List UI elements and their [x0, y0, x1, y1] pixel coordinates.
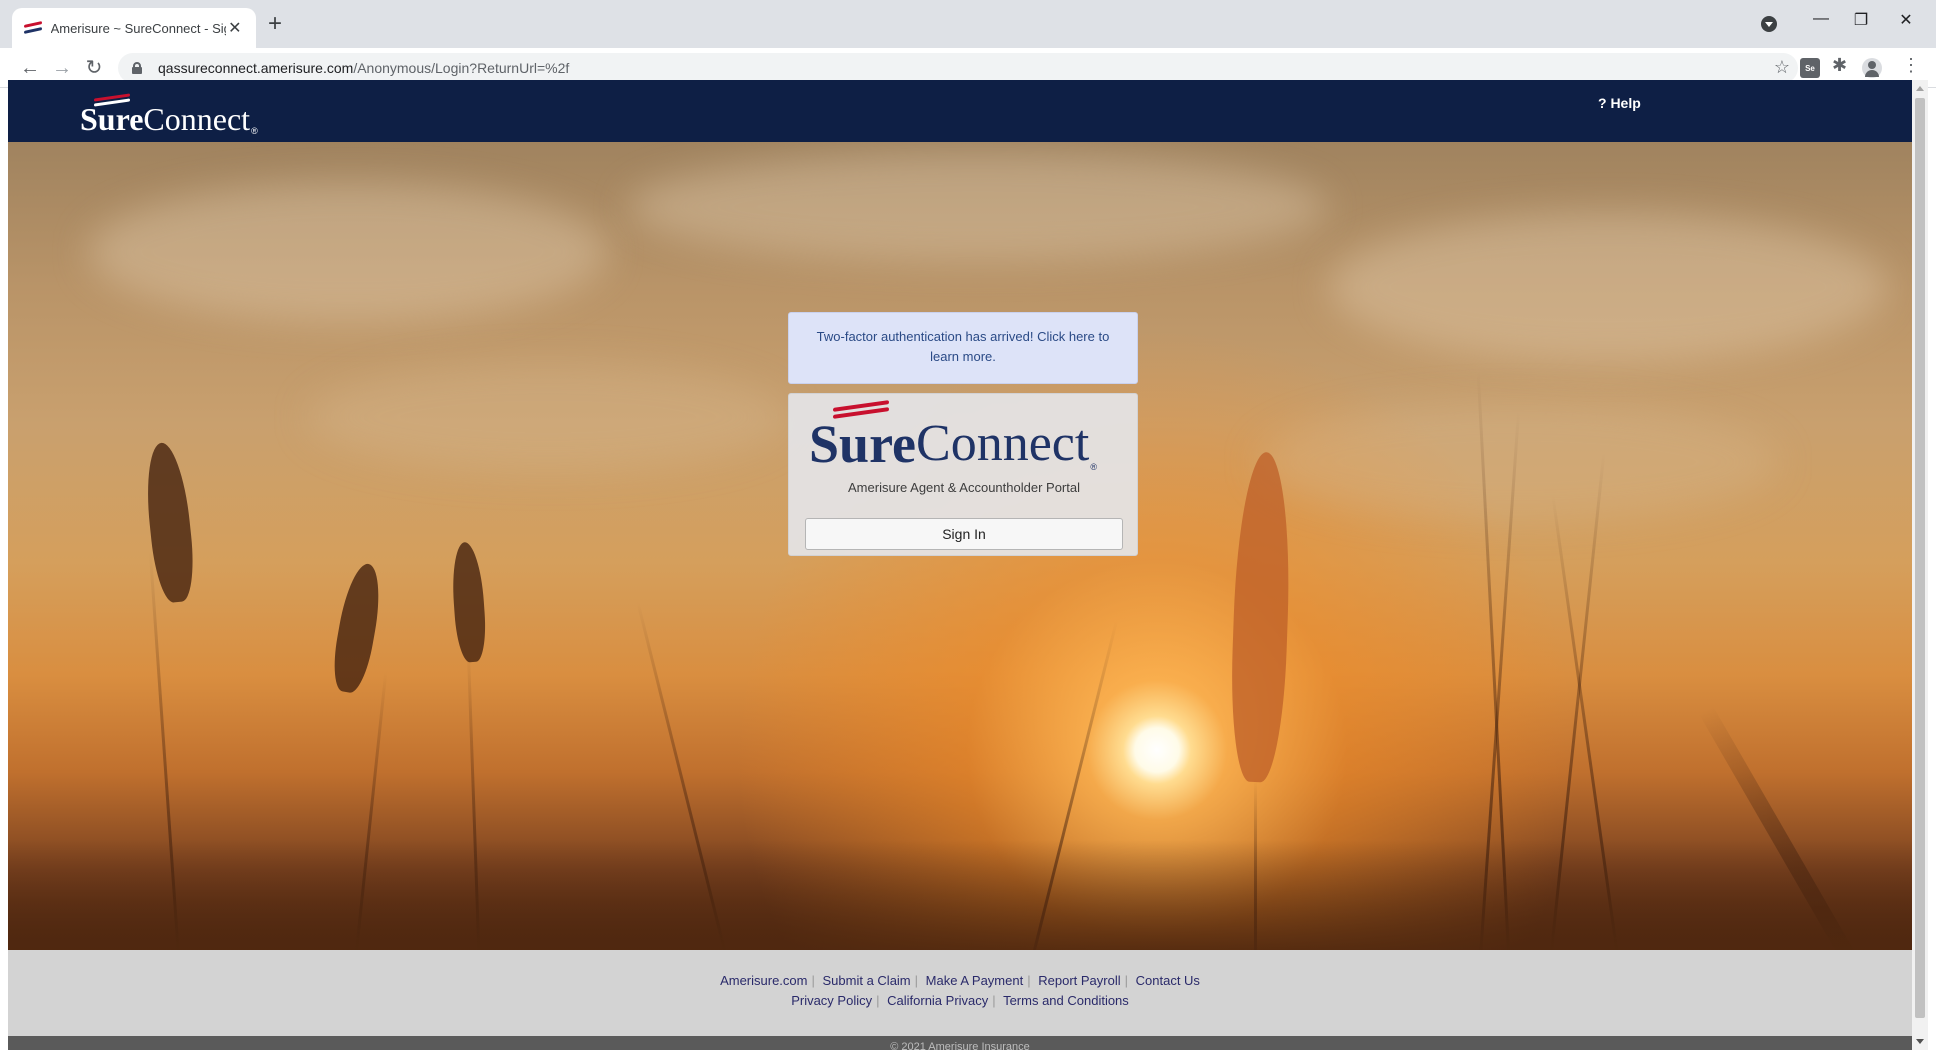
- card-logo-connect-text: Connect: [916, 415, 1090, 472]
- browser-menu-icon[interactable]: ⋮: [1902, 55, 1922, 75]
- footer-separator: |: [992, 993, 996, 1008]
- selenium-extension-icon[interactable]: Se: [1800, 58, 1820, 78]
- page-scrollbar[interactable]: [1912, 80, 1928, 1050]
- footer-separator: |: [1124, 973, 1128, 988]
- sign-in-button[interactable]: Sign In: [805, 518, 1123, 550]
- footer-separator: |: [914, 973, 919, 988]
- bookmark-star-icon[interactable]: ☆: [1774, 57, 1790, 78]
- site-footer: Amerisure.com | Submit a Claim | Make A Pa…: [8, 950, 1912, 1036]
- logo-connect-text: Connect: [143, 101, 251, 137]
- copyright-text: © 2021 Amerisure Insurance: [8, 1036, 1912, 1050]
- logo-sure-text: Sure: [80, 101, 144, 137]
- footer-link-contact-us[interactable]: Contact Us: [1136, 973, 1200, 988]
- profile-avatar-icon[interactable]: [1862, 58, 1882, 78]
- two-factor-notice-banner[interactable]: Two-factor authentication has arrived! C…: [788, 312, 1138, 384]
- card-sureconnect-logo: Sure Connect ®: [809, 400, 1119, 474]
- footer-link-make-payment[interactable]: Make A Payment: [926, 973, 1024, 988]
- minimize-button[interactable]: —: [1806, 10, 1836, 28]
- sureconnect-logo[interactable]: Sure Connect ®: [80, 93, 258, 137]
- card-logo-sure-text: Sure: [809, 414, 917, 474]
- footer-link-privacy-policy[interactable]: Privacy Policy: [791, 993, 872, 1008]
- forward-button[interactable]: →: [50, 56, 74, 80]
- page-viewport: Sure Connect ® ? Help Two-factor authent…: [8, 80, 1912, 1050]
- browser-tab-strip: Amerisure ~ SureConnect - Sign In ✕ + — …: [0, 0, 1936, 48]
- footer-separator: |: [876, 993, 880, 1008]
- flag-stripes-icon: [94, 93, 134, 107]
- address-bar[interactable]: qassureconnect.amerisure.com/Anonymous/L…: [118, 53, 1798, 83]
- help-link[interactable]: ? Help: [1598, 95, 1641, 111]
- site-header: Sure Connect ® ? Help: [8, 80, 1912, 142]
- tab-close-icon[interactable]: ✕: [226, 18, 244, 38]
- back-button[interactable]: ←: [18, 56, 42, 80]
- portal-subtitle: Amerisure Agent & Accountholder Portal: [848, 480, 1080, 495]
- login-card: Sure Connect ® Amerisure Agent & Account…: [788, 393, 1138, 556]
- card-logo-registered-mark: ®: [1090, 462, 1097, 472]
- new-tab-button[interactable]: +: [268, 12, 282, 36]
- scroll-up-arrow-icon[interactable]: [1916, 86, 1924, 91]
- url-host: qassureconnect.amerisure.com: [158, 60, 354, 76]
- footer-link-california-privacy[interactable]: California Privacy: [887, 993, 988, 1008]
- footer-link-terms-conditions[interactable]: Terms and Conditions: [1003, 993, 1129, 1008]
- reload-button[interactable]: ↻: [82, 56, 106, 80]
- card-flag-stripes-icon: [833, 400, 893, 419]
- window-close-button[interactable]: ✕: [1891, 10, 1921, 30]
- browser-tab[interactable]: Amerisure ~ SureConnect - Sign In ✕: [12, 8, 256, 48]
- url-path: /Anonymous/Login?ReturnUrl=%2f: [353, 60, 570, 76]
- browser-tab-title: Amerisure ~ SureConnect - Sign In: [50, 20, 226, 36]
- footer-link-submit-claim[interactable]: Submit a Claim: [823, 973, 911, 988]
- tab-search-icon[interactable]: [1761, 16, 1777, 32]
- lock-icon[interactable]: [132, 62, 142, 74]
- footer-link-amerisure-com[interactable]: Amerisure.com: [720, 973, 807, 988]
- footer-separator: |: [811, 973, 815, 988]
- footer-links-row-1: Amerisure.com | Submit a Claim | Make A Pa…: [8, 973, 1912, 988]
- scroll-down-arrow-icon[interactable]: [1916, 1039, 1924, 1044]
- restore-button[interactable]: ❐: [1846, 10, 1876, 30]
- footer-separator: |: [1027, 973, 1031, 988]
- scrollbar-thumb[interactable]: [1915, 98, 1925, 1018]
- footer-links-row-2: Privacy Policy | California Privacy | Term…: [8, 993, 1912, 1008]
- logo-registered-mark: ®: [251, 126, 258, 136]
- amerisure-favicon-icon: [24, 21, 42, 35]
- footer-link-report-payroll[interactable]: Report Payroll: [1038, 973, 1120, 988]
- extensions-puzzle-icon[interactable]: ✱: [1832, 55, 1852, 75]
- hero-wheat-field-background: Two-factor authentication has arrived! C…: [8, 142, 1912, 950]
